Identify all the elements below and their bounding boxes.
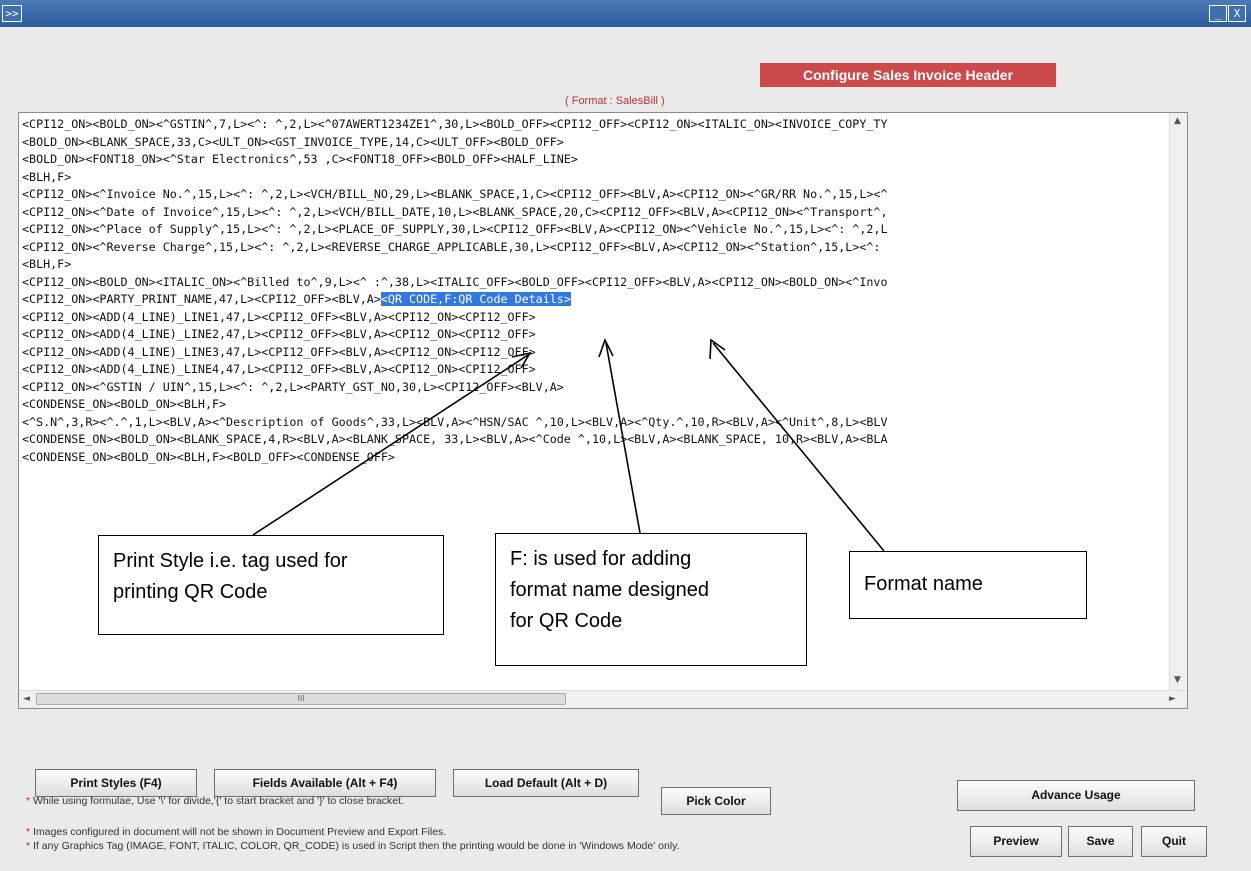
save-button[interactable]: Save (1068, 826, 1133, 857)
note-star: * (26, 826, 31, 838)
note-text: If any Graphics Tag (IMAGE, FONT, ITALIC… (33, 840, 680, 852)
annotation-arrows (252, 337, 885, 552)
arrow-print-style (252, 354, 529, 536)
callout-f-prefix: F: is used for adding format name design… (495, 533, 807, 666)
preview-button[interactable]: Preview (970, 826, 1062, 857)
note-images: * Images configured in document will not… (26, 826, 446, 838)
arrow-f-prefix (605, 342, 641, 534)
note-text: Images configured in document will not b… (33, 826, 447, 838)
advance-usage-button[interactable]: Advance Usage (957, 780, 1195, 811)
callout-line: F: is used for adding (510, 548, 692, 570)
print-styles-button[interactable]: Print Styles (F4) (35, 769, 197, 797)
note-text: While using formulae, Use '\' for divide… (33, 795, 404, 807)
callout-line: Print Style i.e. tag used for (113, 550, 348, 572)
callout-line: format name designed (510, 579, 710, 601)
callout-line: Format name (864, 573, 983, 595)
callout-print-style: Print Style i.e. tag used for printing Q… (98, 535, 444, 635)
callout-line: for QR Code (510, 610, 623, 632)
arrow-format-name (712, 342, 885, 552)
load-default-button[interactable]: Load Default (Alt + D) (453, 769, 639, 797)
quit-button[interactable]: Quit (1141, 826, 1207, 857)
note-graphics: * If any Graphics Tag (IMAGE, FONT, ITAL… (26, 840, 680, 852)
note-star: * (26, 795, 31, 807)
note-formulae: * While using formulae, Use '\' for divi… (26, 795, 404, 807)
note-star: * (26, 840, 31, 852)
fields-available-button[interactable]: Fields Available (Alt + F4) (214, 769, 436, 797)
callout-format-name: Format name (849, 551, 1087, 619)
callout-line: printing QR Code (113, 581, 268, 603)
pick-color-button[interactable]: Pick Color (661, 787, 771, 815)
